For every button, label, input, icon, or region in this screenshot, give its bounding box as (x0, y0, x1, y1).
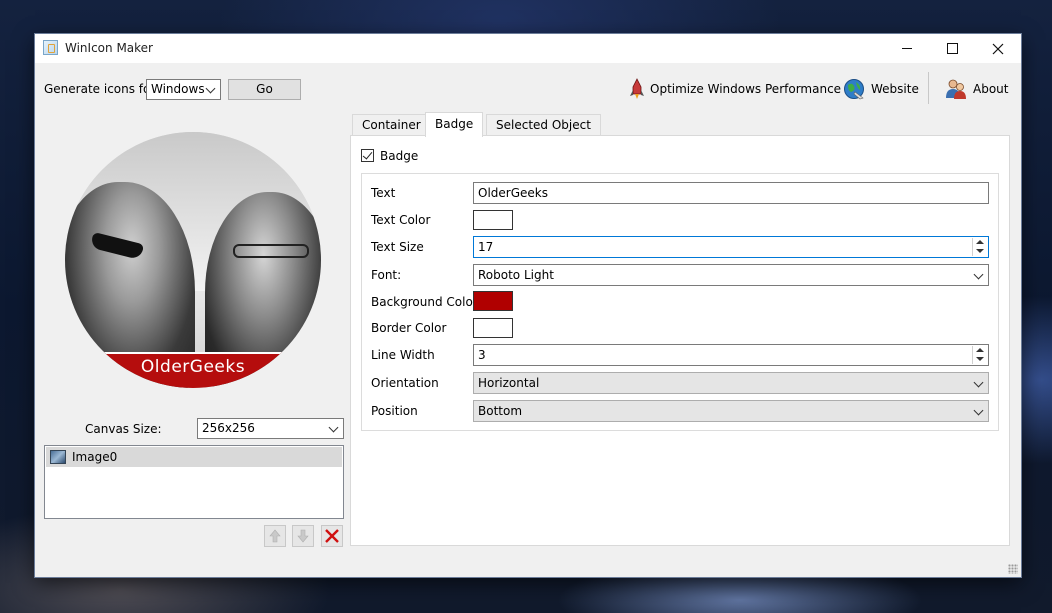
platform-select[interactable]: Windows (146, 79, 221, 100)
orientation-label: Orientation (371, 376, 439, 390)
text-color-swatch[interactable] (473, 210, 513, 230)
tab-container[interactable]: Container (352, 114, 431, 136)
canvas-size-value: 256x256 (202, 421, 255, 435)
text-size-stepper[interactable]: 17 (473, 236, 989, 258)
chevron-down-icon (973, 269, 984, 280)
chevron-down-icon (328, 422, 339, 433)
website-label: Website (871, 82, 919, 96)
about-button[interactable]: About (945, 78, 1008, 100)
list-item[interactable]: Image0 (46, 447, 342, 467)
font-label: Font: (371, 268, 402, 282)
minimize-button[interactable] (884, 34, 930, 63)
canvas-size-select[interactable]: 256x256 (197, 418, 344, 439)
title-bar[interactable]: WinIcon Maker (35, 34, 1021, 63)
text-label: Text (371, 186, 396, 200)
move-up-button[interactable] (264, 525, 286, 547)
globe-icon (844, 79, 864, 100)
position-select[interactable]: Bottom (473, 400, 989, 422)
delete-icon (325, 529, 339, 543)
go-button[interactable]: Go (228, 79, 301, 100)
chevron-down-icon (973, 377, 984, 388)
text-input[interactable]: OlderGeeks (473, 182, 989, 204)
optimize-performance-label: Optimize Windows Performance (650, 82, 842, 96)
layers-list[interactable]: Image0 (44, 445, 344, 519)
preview-glasses (233, 244, 309, 258)
app-window: WinIcon Maker Generate icons for Windows… (35, 34, 1021, 577)
preview-badge-text: OlderGeeks (140, 357, 246, 377)
canvas-size-label: Canvas Size: (85, 422, 162, 436)
toolbar-divider (928, 72, 929, 104)
resize-grip-icon[interactable] (1008, 564, 1018, 574)
platform-select-value: Windows (151, 82, 205, 96)
optimize-performance-button[interactable]: Optimize Windows Performance (630, 78, 841, 100)
image-icon (50, 450, 66, 464)
badge-checkbox[interactable] (361, 149, 374, 162)
tab-selected-object[interactable]: Selected Object (486, 114, 601, 136)
border-color-swatch[interactable] (473, 318, 513, 338)
text-size-value: 17 (478, 240, 494, 254)
background-color-swatch[interactable] (473, 291, 513, 311)
line-width-stepper[interactable]: 3 (473, 344, 989, 366)
close-button[interactable] (975, 34, 1021, 63)
move-down-button[interactable] (292, 525, 314, 547)
tab-badge[interactable]: Badge (425, 112, 484, 137)
generate-icons-label: Generate icons for (44, 82, 156, 96)
window-title: WinIcon Maker (65, 41, 153, 55)
orientation-select[interactable]: Horizontal (473, 372, 989, 394)
arrow-up-icon (269, 529, 281, 543)
text-size-label: Text Size (371, 240, 424, 254)
website-button[interactable]: Website (843, 78, 919, 100)
about-label: About (973, 82, 1009, 96)
font-value: Roboto Light (478, 268, 554, 282)
text-color-label: Text Color (371, 213, 431, 227)
rocket-icon (630, 78, 644, 99)
font-select[interactable]: Roboto Light (473, 264, 989, 286)
line-width-label: Line Width (371, 348, 435, 362)
spinner-arrows-icon[interactable] (972, 346, 987, 364)
users-icon (946, 79, 966, 99)
badge-checkbox-label: Badge (380, 149, 419, 163)
line-width-value: 3 (478, 348, 486, 362)
app-icon (43, 40, 58, 55)
chevron-down-icon (205, 83, 216, 94)
position-value: Bottom (478, 404, 523, 418)
close-icon (992, 43, 1004, 54)
orientation-value: Horizontal (478, 376, 540, 390)
maximize-button[interactable] (929, 34, 975, 63)
arrow-down-icon (297, 529, 309, 543)
badge-settings-group: Text OlderGeeks Text Color Text Size 17 … (361, 173, 999, 431)
border-color-label: Border Color (371, 321, 447, 335)
spinner-arrows-icon[interactable] (972, 238, 987, 256)
delete-button[interactable] (321, 525, 343, 547)
list-item-label: Image0 (72, 450, 118, 464)
preview-badge: OlderGeeks (65, 352, 321, 388)
icon-preview: OlderGeeks (65, 132, 321, 388)
background-color-label: Background Color (371, 295, 478, 309)
chevron-down-icon (973, 405, 984, 416)
badge-panel: Badge Text OlderGeeks Text Color Text Si… (350, 135, 1010, 546)
position-label: Position (371, 404, 418, 418)
